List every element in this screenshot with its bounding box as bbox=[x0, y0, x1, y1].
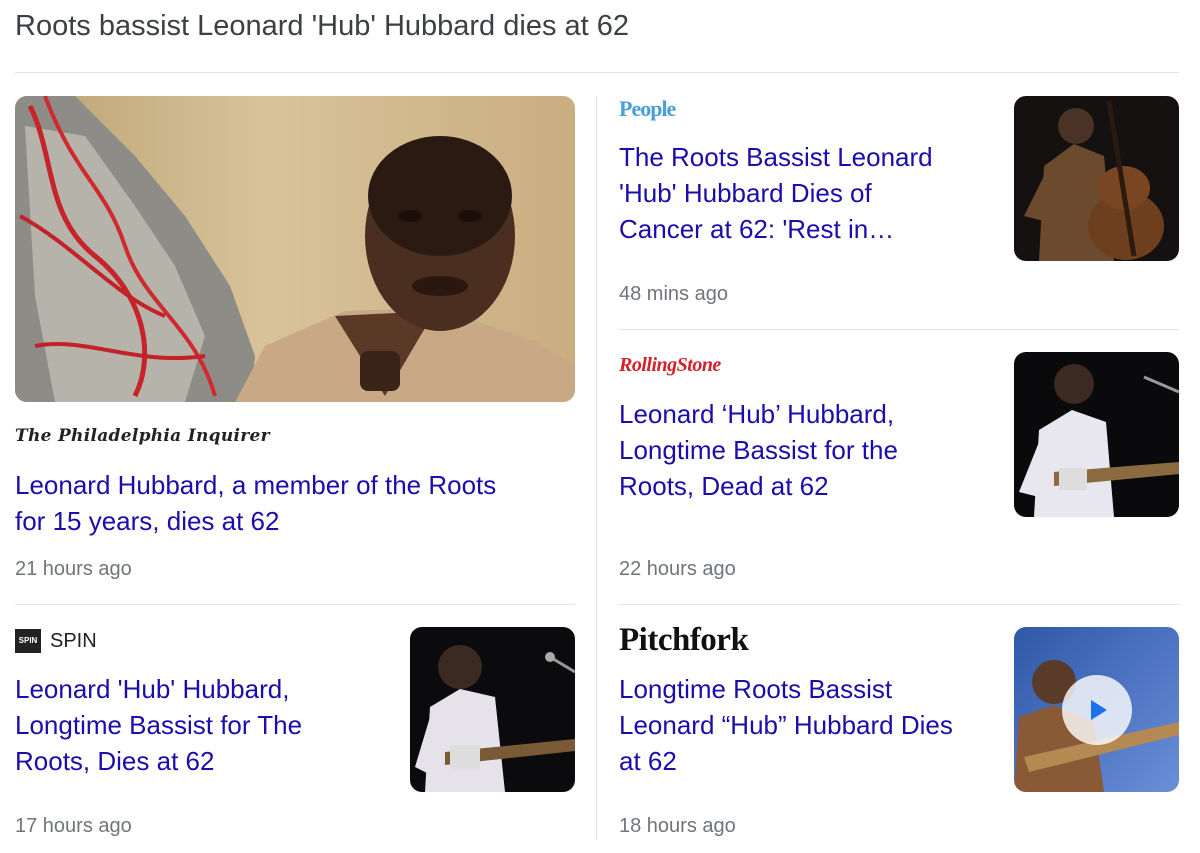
story-title-line: Longtime Bassist for The bbox=[15, 710, 303, 740]
story-title-line: Leonard ‘Hub’ Hubbard, bbox=[619, 399, 895, 429]
story-title-line: Roots, Dead at 62 bbox=[619, 471, 829, 501]
story-title-line: Longtime Roots Bassist bbox=[619, 674, 893, 704]
story-time-rollingstone: 22 hours ago bbox=[619, 558, 736, 580]
source-pitchfork: Pitchfork bbox=[619, 622, 749, 658]
story-title-line: Leonard “Hub” Hubbard Dies bbox=[619, 710, 953, 740]
spin-logo-icon: SPIN bbox=[15, 629, 41, 653]
story-title-line: The Roots Bassist Leonard bbox=[619, 142, 933, 172]
story-image-inquirer[interactable] bbox=[15, 96, 575, 402]
story-divider bbox=[619, 604, 1179, 605]
header-divider bbox=[15, 72, 1179, 73]
story-image-spin[interactable] bbox=[410, 627, 575, 792]
story-title-line: at 62 bbox=[619, 746, 677, 776]
story-time-people: 48 mins ago bbox=[619, 283, 728, 305]
story-title-line: Cancer at 62: 'Rest in… bbox=[619, 214, 895, 244]
story-title-pitchfork[interactable]: Longtime Roots Bassist Leonard “Hub” Hub… bbox=[619, 671, 953, 779]
source-spin: SPIN bbox=[50, 630, 97, 652]
story-image-people[interactable] bbox=[1014, 96, 1179, 261]
story-title-people[interactable]: The Roots Bassist Leonard 'Hub' Hubbard … bbox=[619, 139, 933, 247]
source-inquirer: The Philadelphia Inquirer bbox=[15, 426, 270, 446]
story-video-pitchfork[interactable] bbox=[1014, 627, 1179, 792]
story-divider bbox=[15, 604, 575, 605]
page-title: Roots bassist Leonard 'Hub' Hubbard dies… bbox=[15, 10, 629, 42]
story-time-spin: 17 hours ago bbox=[15, 815, 132, 837]
story-title-spin[interactable]: Leonard 'Hub' Hubbard, Longtime Bassist … bbox=[15, 671, 302, 779]
story-title-rollingstone[interactable]: Leonard ‘Hub’ Hubbard, Longtime Bassist … bbox=[619, 396, 898, 504]
story-title-line: Longtime Bassist for the bbox=[619, 435, 898, 465]
source-people: People bbox=[619, 96, 676, 121]
source-rollingstone: RollingStone bbox=[619, 354, 721, 376]
story-title-line: 'Hub' Hubbard Dies of bbox=[619, 178, 872, 208]
story-title-inquirer[interactable]: Leonard Hubbard, a member of the Roots f… bbox=[15, 467, 496, 539]
story-divider bbox=[619, 329, 1179, 330]
story-image-rollingstone[interactable] bbox=[1014, 352, 1179, 517]
column-divider bbox=[596, 96, 597, 840]
story-title-line: Leonard Hubbard, a member of the Roots bbox=[15, 470, 497, 500]
story-time-inquirer: 21 hours ago bbox=[15, 558, 132, 580]
story-title-line: Roots, Dies at 62 bbox=[15, 746, 215, 776]
play-icon[interactable] bbox=[1062, 675, 1132, 745]
story-title-line: for 15 years, dies at 62 bbox=[15, 506, 280, 536]
story-time-pitchfork: 18 hours ago bbox=[619, 815, 736, 837]
story-title-line: Leonard 'Hub' Hubbard, bbox=[15, 674, 290, 704]
